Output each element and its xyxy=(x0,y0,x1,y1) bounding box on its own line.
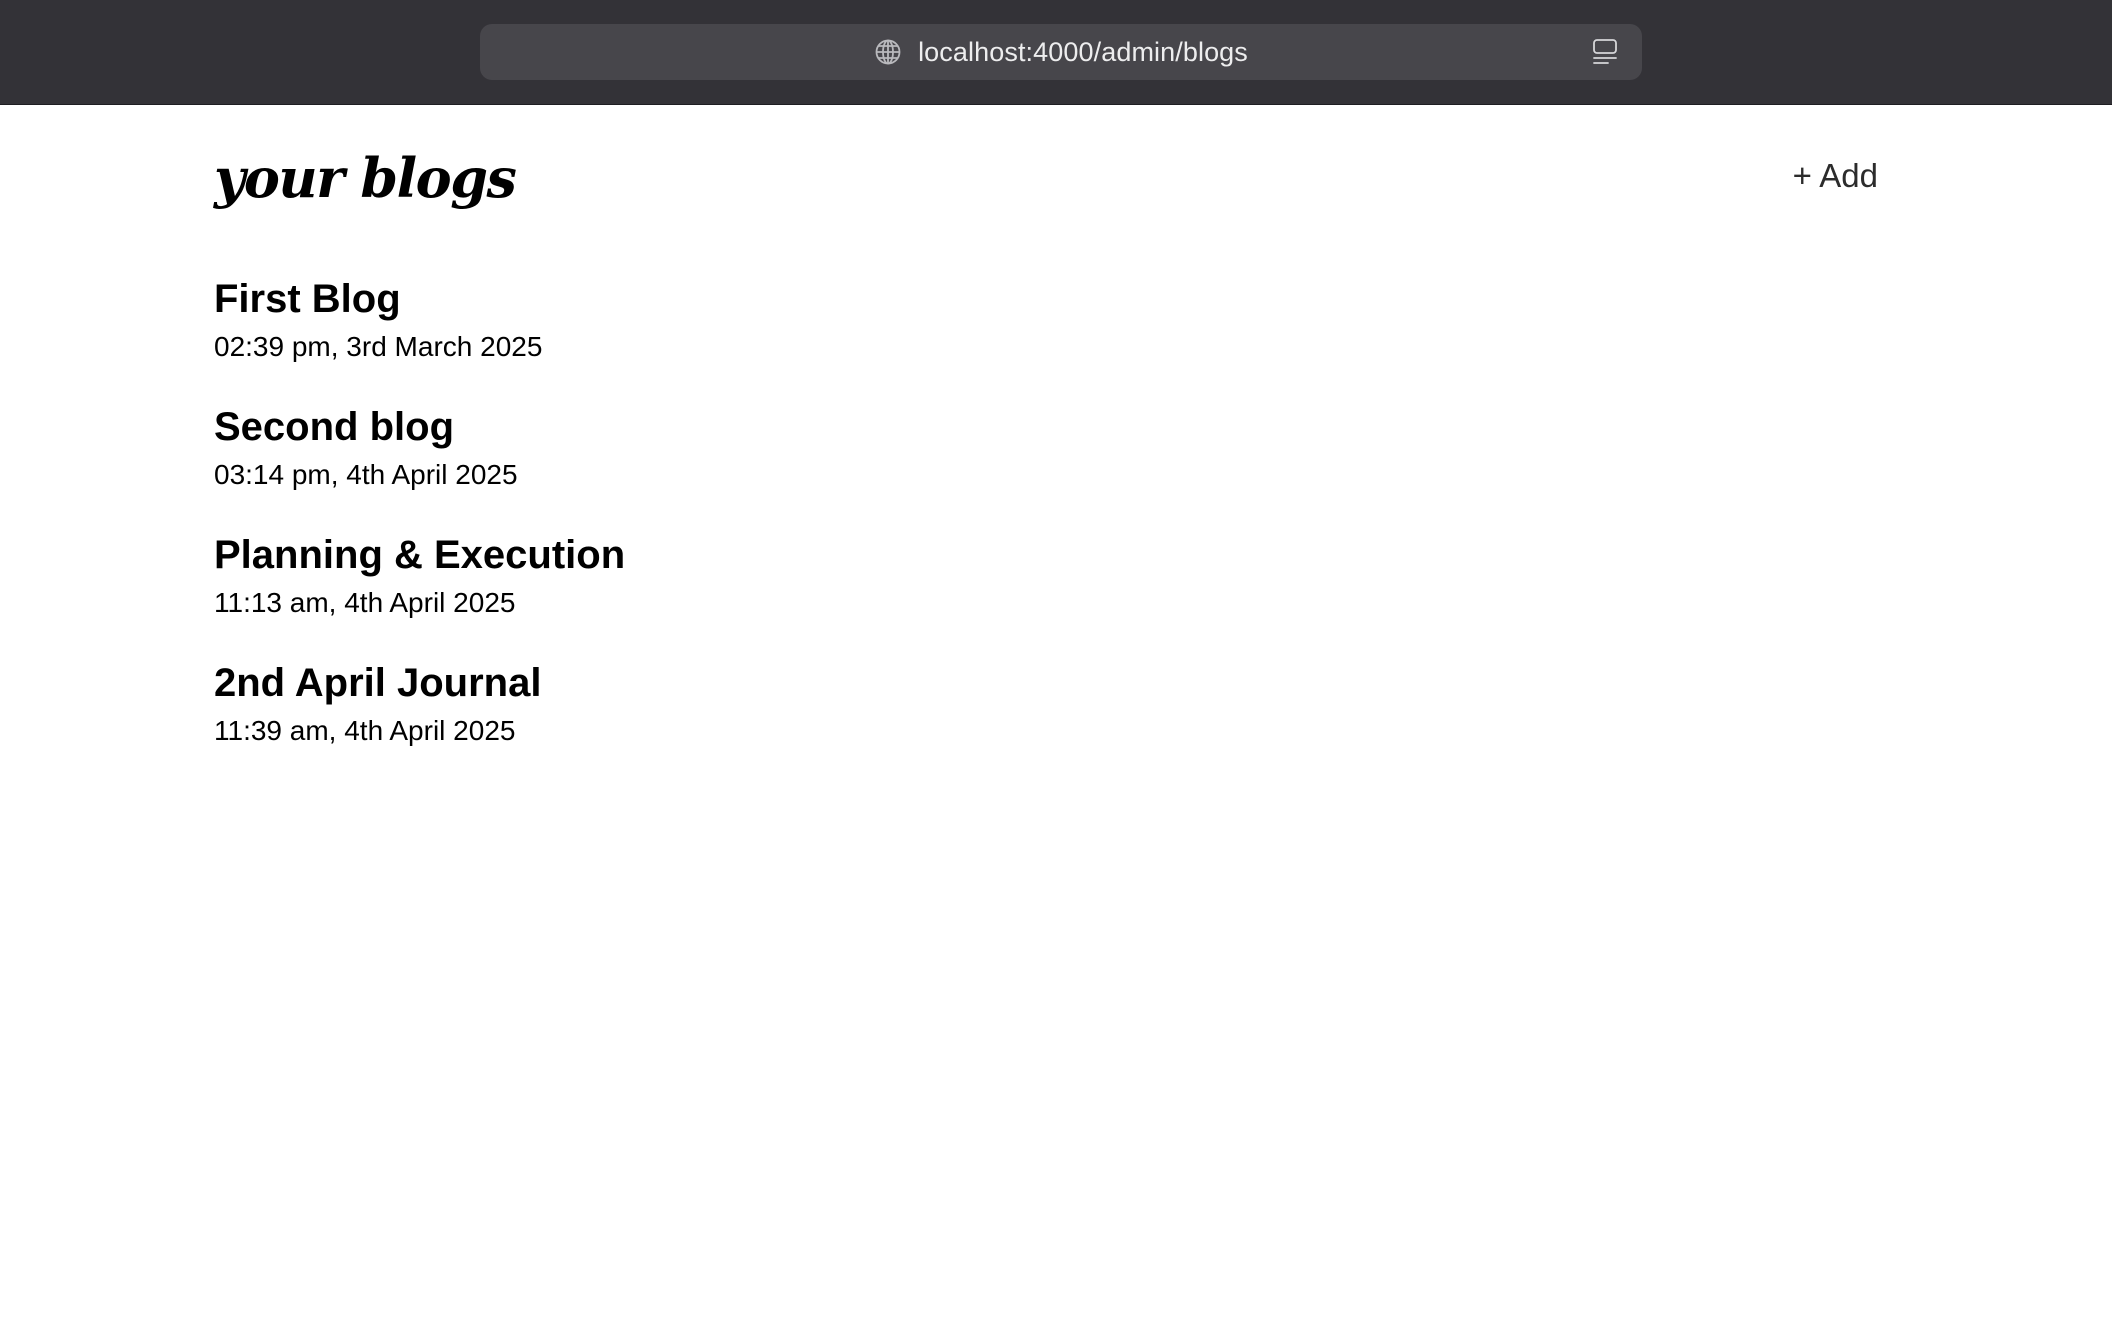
page-header: your blogs + Add xyxy=(214,143,1878,213)
address-bar[interactable]: localhost:4000/admin/blogs xyxy=(480,24,1642,80)
page-content: your blogs + Add First Blog 02:39 pm, 3r… xyxy=(0,105,2112,1318)
blog-title-link[interactable]: Second blog xyxy=(214,403,1414,451)
blog-date: 03:14 pm, 4th April 2025 xyxy=(214,459,518,490)
blog-title-link[interactable]: First Blog xyxy=(214,275,1414,323)
url-text[interactable]: localhost:4000/admin/blogs xyxy=(918,37,1248,68)
blog-title-link[interactable]: Planning & Execution xyxy=(214,531,1414,579)
page-title: your blogs xyxy=(214,146,517,210)
address-content: localhost:4000/admin/blogs xyxy=(480,24,1642,80)
blog-list: First Blog 02:39 pm, 3rd March 2025 Seco… xyxy=(214,275,1414,787)
add-blog-button[interactable]: + Add xyxy=(1793,151,1878,201)
blog-date: 02:39 pm, 3rd March 2025 xyxy=(214,331,543,362)
browser-toolbar: localhost:4000/admin/blogs xyxy=(0,0,2112,105)
blog-list-item: Second blog 03:14 pm, 4th April 2025 xyxy=(214,403,1414,531)
blog-list-item: 2nd April Journal 11:39 am, 4th April 20… xyxy=(214,659,1414,787)
globe-icon xyxy=(874,38,902,66)
blog-list-item: Planning & Execution 11:13 am, 4th April… xyxy=(214,531,1414,659)
blog-list-item: First Blog 02:39 pm, 3rd March 2025 xyxy=(214,275,1414,403)
blog-date: 11:39 am, 4th April 2025 xyxy=(214,715,516,746)
blog-date: 11:13 am, 4th April 2025 xyxy=(214,587,516,618)
blog-title-link[interactable]: 2nd April Journal xyxy=(214,659,1414,707)
reader-view-icon[interactable] xyxy=(1590,37,1620,67)
